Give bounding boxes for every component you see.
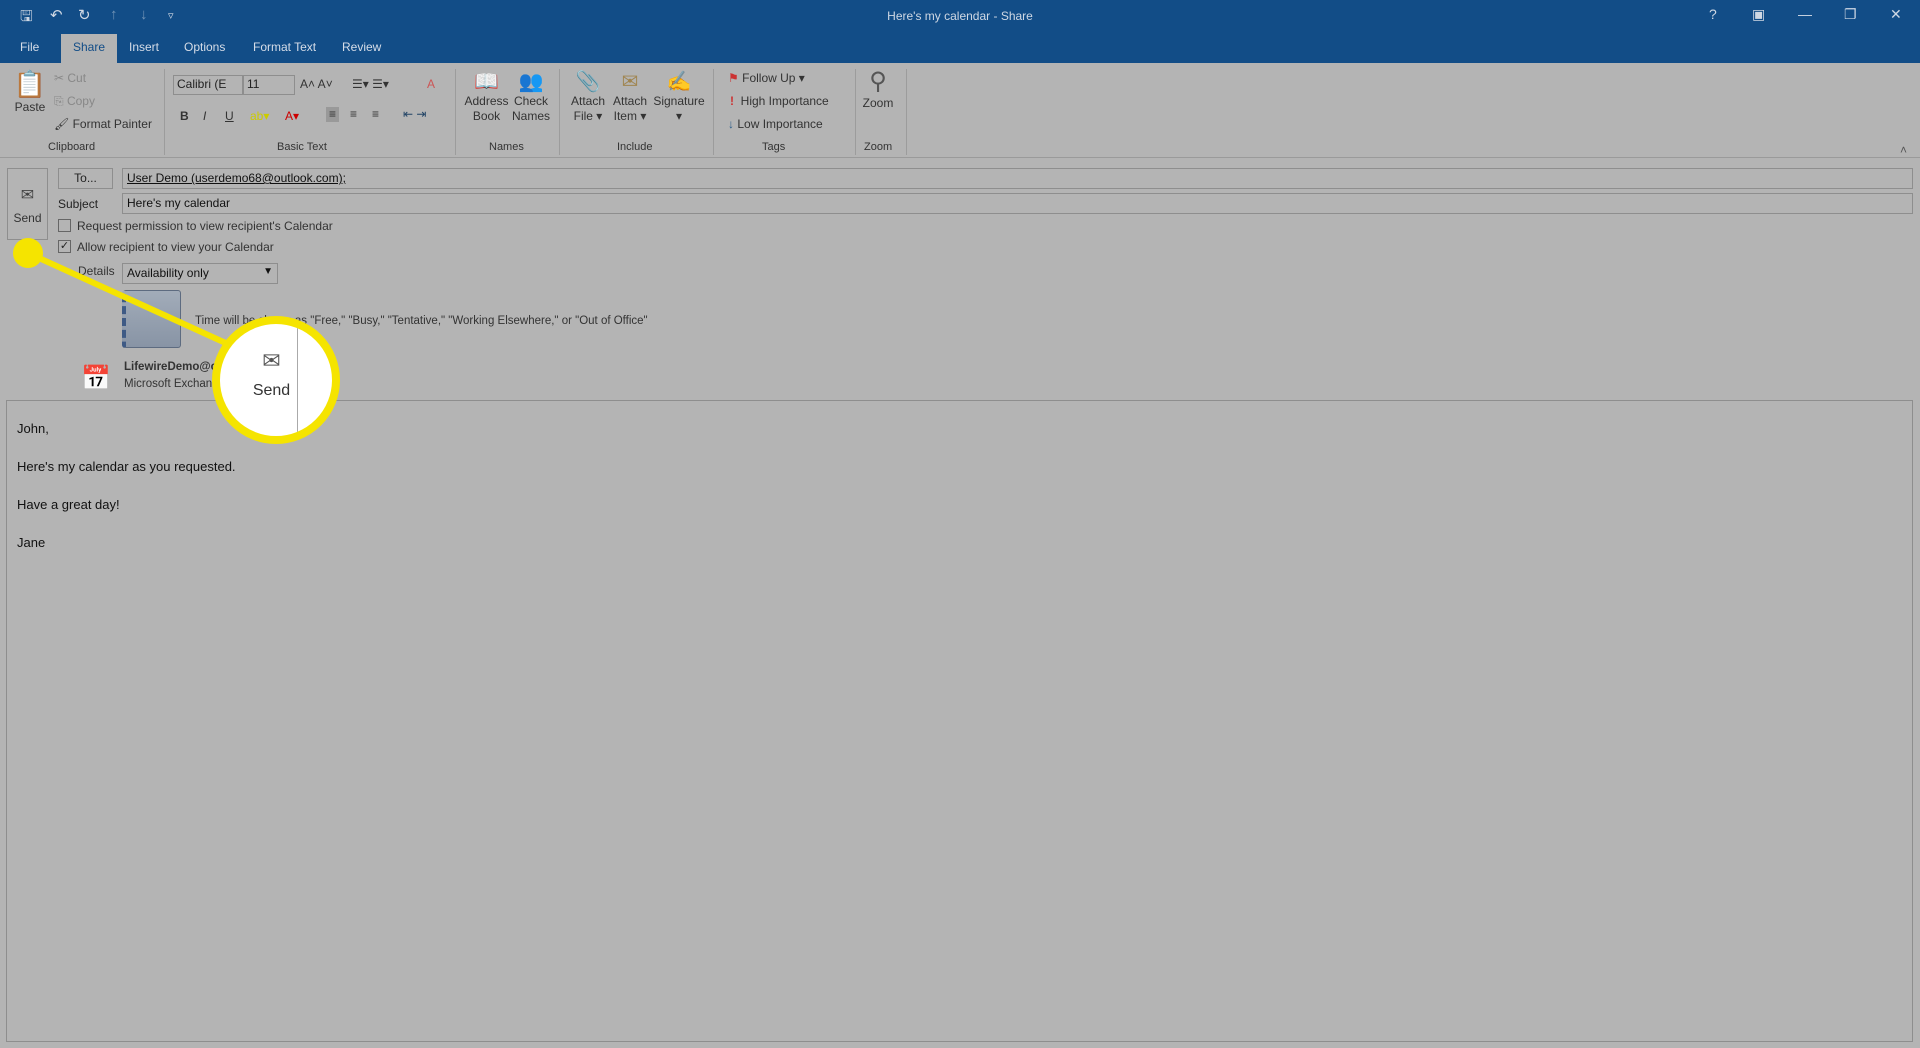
send-envelope-icon: ✉ — [262, 348, 281, 373]
callout-line — [26, 250, 232, 348]
callout-connector — [13, 238, 232, 348]
callout-dot — [13, 238, 43, 268]
magnified-send-label: Send — [252, 382, 291, 399]
magnified-send-button: ✉ Send — [246, 324, 298, 436]
send-callout-magnifier: ✉ Send — [212, 316, 340, 444]
